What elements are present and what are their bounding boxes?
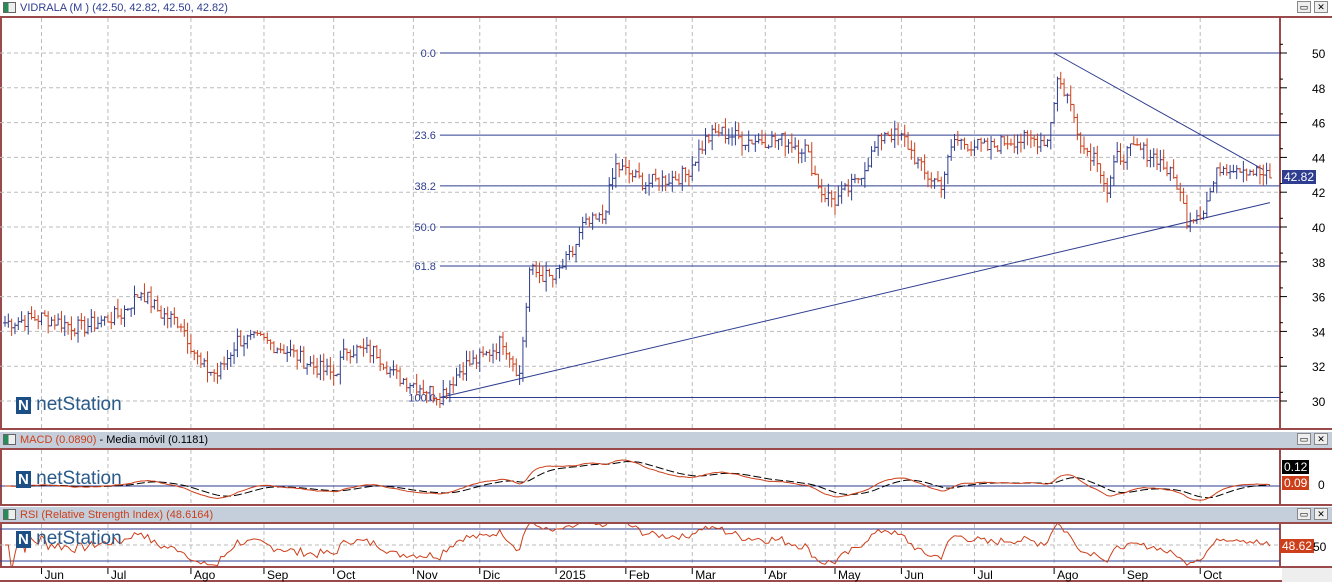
macd-chart[interactable] [0, 450, 1332, 504]
fib-label: 38.2 [414, 181, 435, 193]
y-tick-label: 42 [1312, 186, 1326, 200]
month-label: Feb [629, 568, 650, 582]
chart-icon [3, 434, 16, 445]
restore-button[interactable]: ▭ [1297, 508, 1311, 520]
macd-value-label: 0.09 [1282, 476, 1310, 490]
close-button[interactable]: ✕ [1314, 433, 1328, 445]
macd-panel[interactable]: N netStation 0.12 0.09 0 [0, 448, 1332, 506]
last-price-label: 42.82 [1282, 170, 1317, 184]
month-label: Jul [111, 568, 126, 582]
netstation-logo: N netStation [16, 394, 122, 415]
fib-label: 61.8 [414, 261, 435, 273]
restore-button[interactable]: ▭ [1297, 1, 1311, 13]
zero-label: 0 [1318, 478, 1325, 492]
rsi-chart[interactable] [0, 524, 1332, 566]
y-tick-label: 32 [1312, 360, 1326, 374]
netstation-logo: N netStation [16, 528, 122, 549]
y-tick-label: 48 [1312, 82, 1326, 96]
time-axis: Jun Jul Ago Sep Oct Nov Dic 2015 Feb Mar Abr May Jun… [0, 568, 1282, 582]
rsi-header: RSI (Relative Strength Index) (48.6164) … [0, 507, 1332, 523]
month-label: Ago [1057, 568, 1079, 582]
fib-label: 50.0 [414, 222, 435, 234]
macd-signal-title: Media móvil (0.1181) [106, 434, 209, 446]
fib-label: 0.0 [421, 48, 436, 60]
trendline [1053, 52, 1264, 171]
close-button[interactable]: ✕ [1314, 1, 1328, 13]
main-chart-header: VIDRALA (M ) (42.50, 42.82, 42.50, 42.82… [0, 0, 1332, 16]
y-tick-label: 34 [1312, 325, 1326, 339]
rsi-mid-label: 50 [1313, 540, 1327, 554]
month-label: Sep [1127, 568, 1149, 582]
macd-header: MACD (0.0890) - Media móvil (0.1181) ▭ ✕ [0, 432, 1332, 448]
month-label: Sep [267, 568, 289, 582]
chart-icon [3, 509, 16, 520]
chart-icon [3, 2, 16, 13]
y-tick-label: 50 [1312, 47, 1326, 61]
trendline [439, 202, 1271, 399]
rsi-title: RSI (Relative Strength Index) (48.6164) [20, 509, 214, 521]
y-tick-label: 46 [1312, 117, 1326, 131]
macd-title: MACD (0.0890) [20, 434, 97, 446]
month-label: Abr [768, 568, 787, 582]
month-label: Oct [337, 568, 356, 582]
month-label: May [838, 568, 861, 582]
signal-value-label: 0.12 [1282, 460, 1310, 474]
y-tick-label: 40 [1312, 221, 1326, 235]
y-tick-label: 30 [1312, 395, 1326, 409]
month-label: Nov [416, 568, 437, 582]
y-tick-label: 36 [1312, 291, 1326, 305]
month-label: Jun [904, 568, 923, 582]
month-label: Mar [695, 568, 716, 582]
month-label: Dic [483, 568, 500, 582]
y-tick-label: 44 [1312, 151, 1326, 165]
macd-line [4, 459, 1270, 501]
close-button[interactable]: ✕ [1314, 508, 1328, 520]
month-label: Jun [45, 568, 64, 582]
fib-label: 23.6 [414, 130, 435, 142]
rsi-value-label: 48.62 [1280, 539, 1315, 553]
month-label: Jul [977, 568, 992, 582]
main-chart-title: VIDRALA (M ) (42.50, 42.82, 42.50, 42.82… [20, 2, 228, 14]
price-panel[interactable]: 30 32 34 36 38 40 42 44 46 48 50 0.0 23.6 38.2 50.0 61.… [0, 16, 1332, 430]
month-label: Ago [194, 568, 216, 582]
y-tick-label: 38 [1312, 256, 1326, 270]
restore-button[interactable]: ▭ [1297, 433, 1311, 445]
fib-label: 100.0 [408, 393, 436, 405]
price-chart[interactable]: 30 32 34 36 38 40 42 44 46 48 50 0.0 23.6 38.2 50.0 61.… [0, 18, 1332, 428]
month-label: Oct [1203, 568, 1222, 582]
month-label: 2015 [559, 568, 586, 582]
netstation-logo: N netStation [16, 468, 122, 489]
rsi-panel[interactable]: N netStation 48.62 50 [0, 522, 1332, 568]
